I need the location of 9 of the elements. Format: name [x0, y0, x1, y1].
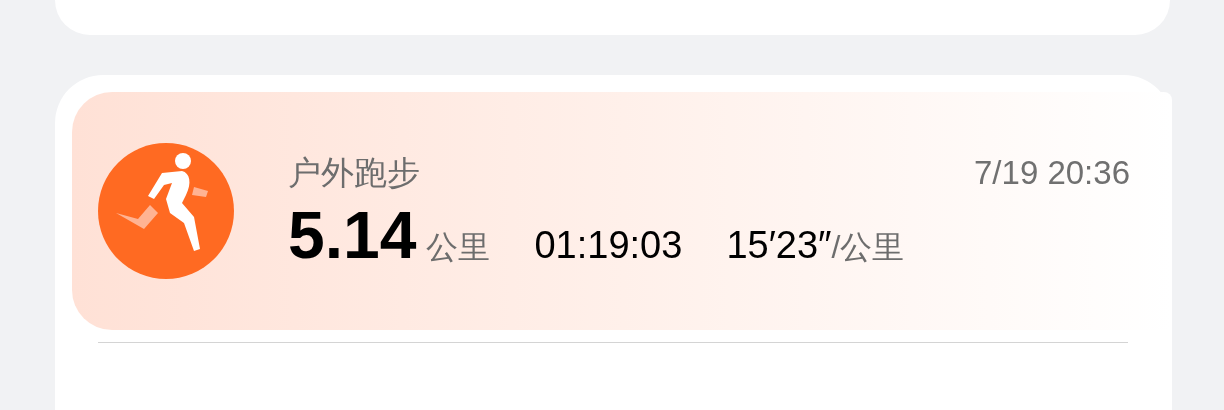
activity-title: 户外跑步	[288, 153, 420, 194]
pace-unit: /公里	[831, 227, 905, 267]
pace-value: 15′23″	[726, 222, 832, 268]
distance-value: 5.14	[288, 201, 417, 268]
running-icon	[98, 143, 234, 279]
activity-card[interactable]: 户外跑步 7/19 20:36 5.14 公里 01:19:03 15′23″/公里	[55, 75, 1172, 410]
duration-value: 01:19:03	[534, 222, 683, 268]
distance-unit: 公里	[426, 227, 491, 267]
activity-datetime: 7/19 20:36	[974, 153, 1130, 194]
